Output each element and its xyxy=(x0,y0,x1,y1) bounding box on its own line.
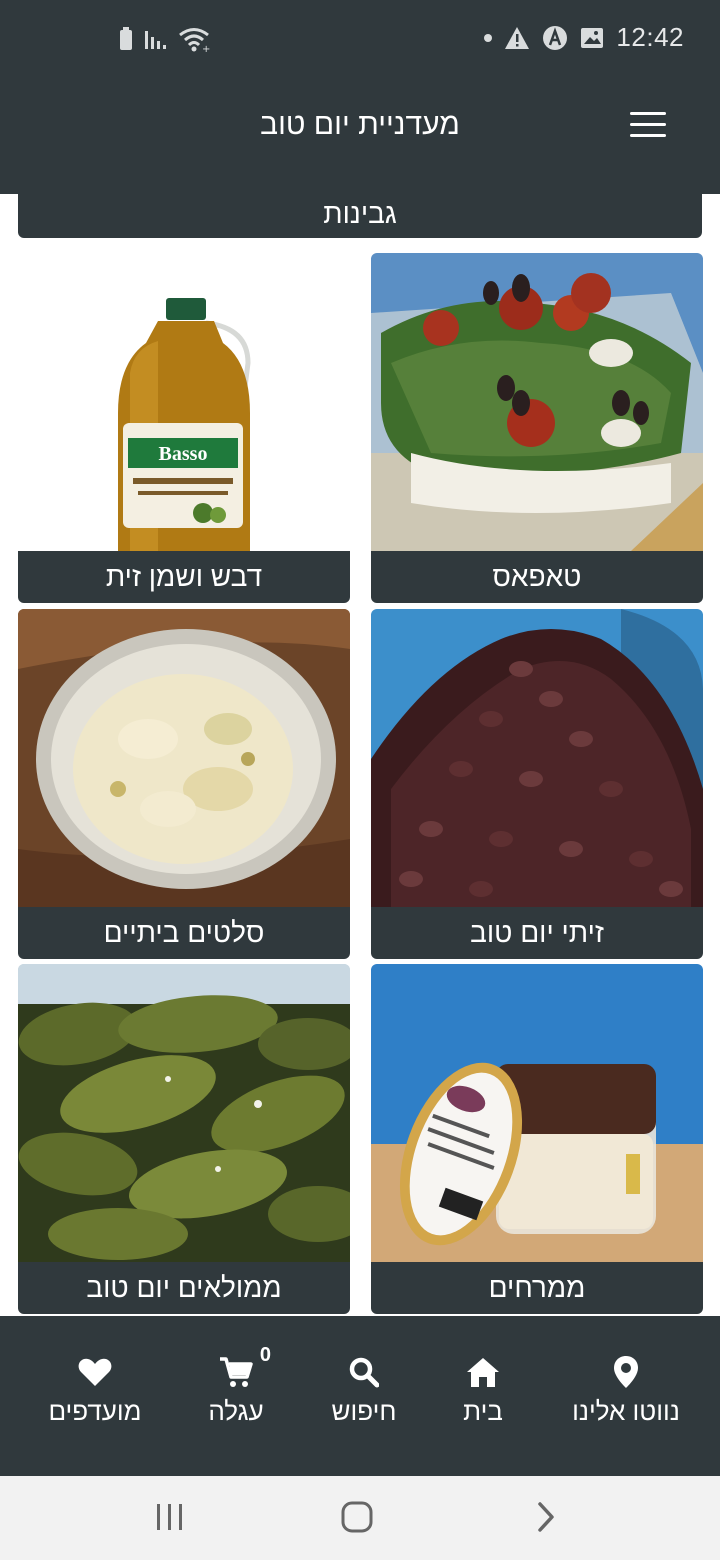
stuffed-grape-leaves-image xyxy=(18,964,350,1262)
home-icon xyxy=(467,1358,499,1387)
nav-search[interactable]: חיפוש xyxy=(322,1354,406,1427)
system-navigation-bar xyxy=(0,1476,720,1560)
category-tile-homemade-salads[interactable]: סלטים ביתיים xyxy=(18,609,350,959)
image-icon xyxy=(581,27,604,48)
category-tile-stuffed[interactable]: ממולאים יום טוב xyxy=(18,964,350,1314)
category-label: ממרחים xyxy=(371,1262,703,1314)
category-tile-honey-olive-oil[interactable]: Basso דבש ושמן זית xyxy=(18,253,350,603)
category-tile-tapas[interactable]: טאפאס xyxy=(371,253,703,603)
app-bar: מעדניית יום טוב xyxy=(0,82,720,194)
category-label: דבש ושמן זית xyxy=(18,551,350,603)
category-tile-olives[interactable]: זיתי יום טוב xyxy=(371,609,703,959)
dot-icon xyxy=(484,33,493,42)
warning-icon xyxy=(505,26,530,49)
status-left-icons: + xyxy=(118,26,210,52)
category-label: טאפאס xyxy=(371,551,703,603)
category-label: זיתי יום טוב xyxy=(371,907,703,959)
category-label: ממולאים יום טוב xyxy=(18,1262,350,1314)
battery-icon xyxy=(120,27,132,50)
cart-count-badge: 0 xyxy=(259,1344,271,1366)
category-label: סלטים ביתיים xyxy=(18,907,350,959)
status-bar: + 12:42 xyxy=(0,0,720,82)
location-pin-icon xyxy=(614,1356,638,1388)
nav-favorites[interactable]: מועדפים xyxy=(40,1354,150,1427)
app-title: מעדניית יום טוב xyxy=(260,108,460,141)
bottom-navigation: נווטו אלינו בית חיפוש 0 עגלה מועדפים xyxy=(0,1316,720,1476)
cart-icon xyxy=(220,1357,253,1387)
signal-icon xyxy=(145,31,166,49)
status-right-icons: 12:42 xyxy=(484,22,684,53)
hamburger-menu-icon[interactable] xyxy=(630,112,666,138)
homemade-salads-image xyxy=(18,609,350,907)
category-tile-cheeses[interactable]: גבינות xyxy=(18,194,702,238)
svg-text:Basso: Basso xyxy=(159,443,208,465)
nav-label: מועדפים xyxy=(48,1396,142,1426)
nav-home[interactable]: בית xyxy=(448,1354,518,1427)
category-grid: גבינות טאפאס Basso דבש ושמן זית זיתי יום… xyxy=(0,194,720,1316)
olive-oil-image: Basso xyxy=(18,253,350,551)
nav-navigate-to-us[interactable]: נווטו אלינו xyxy=(566,1354,686,1427)
back-icon[interactable] xyxy=(532,1500,560,1538)
olives-image xyxy=(371,609,703,907)
recents-icon[interactable] xyxy=(154,1500,186,1538)
heart-icon xyxy=(78,1358,112,1386)
nav-label: בית xyxy=(463,1396,503,1426)
tapas-image xyxy=(371,253,703,551)
spreads-image xyxy=(371,964,703,1262)
search-icon xyxy=(349,1357,379,1388)
nav-label: נווטו אלינו xyxy=(572,1396,680,1426)
nav-label: חיפוש xyxy=(331,1396,397,1426)
nav-label: עגלה xyxy=(208,1396,264,1426)
svg-text:+: + xyxy=(202,44,210,52)
nav-cart[interactable]: 0 עגלה xyxy=(200,1344,272,1427)
status-time: 12:42 xyxy=(616,22,684,52)
home-circle-icon[interactable] xyxy=(340,1500,374,1538)
category-tile-spreads[interactable]: ממרחים xyxy=(371,964,703,1314)
wifi-icon: + xyxy=(179,28,210,52)
app-a-icon xyxy=(543,25,568,50)
